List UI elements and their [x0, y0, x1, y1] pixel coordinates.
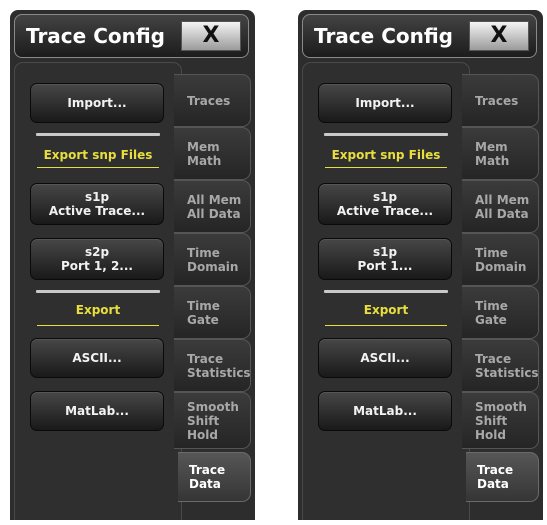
trace-config-panel-right: Trace Config X Import... Export snp File…	[298, 10, 543, 520]
label-line: Shift	[475, 413, 508, 428]
label-line: Math	[187, 153, 222, 168]
s1p-active-trace-button[interactable]: s1p Active Trace...	[318, 183, 452, 225]
title-bar: Trace Config X	[14, 14, 249, 58]
label-line: Shift	[187, 413, 220, 428]
label-line: Import...	[67, 96, 127, 110]
divider	[325, 325, 447, 326]
tab-mem-math[interactable]: Mem Math	[462, 127, 539, 180]
label-line: All Mem	[187, 192, 242, 207]
label-line: Traces	[475, 93, 519, 108]
trace-data-content: Import... Export snp Files s1p Active Tra…	[14, 62, 182, 520]
tab-smooth-shift-hold[interactable]: Smooth Shift Hold	[174, 392, 251, 449]
panel-title: Trace Config	[26, 24, 165, 48]
label-line: Data	[189, 477, 221, 491]
tab-trace-statistics[interactable]: Trace Statistics	[174, 339, 251, 392]
label-line: Data	[477, 477, 509, 491]
tab-trace-statistics[interactable]: Trace Statistics	[462, 339, 539, 392]
label-line: Time	[187, 245, 220, 260]
label-line: Gate	[475, 312, 507, 327]
snp-port-button[interactable]: s2p Port 1, 2...	[30, 238, 164, 280]
label-line: Trace	[475, 351, 512, 366]
close-button[interactable]: X	[469, 21, 529, 51]
label-line: Domain	[187, 259, 239, 274]
section-label-export: Export	[363, 303, 409, 317]
label-line: Math	[475, 153, 510, 168]
tab-smooth-shift-hold[interactable]: Smooth Shift Hold	[462, 392, 539, 449]
matlab-button[interactable]: MatLab...	[318, 391, 452, 431]
label-line: Mem	[475, 139, 508, 154]
close-icon: X	[202, 23, 220, 48]
section-label-export-snp: Export snp Files	[43, 148, 153, 162]
divider	[37, 325, 159, 326]
label-line: Statistics	[475, 365, 539, 380]
divider	[37, 167, 159, 168]
label-line: Mem	[187, 139, 220, 154]
label-line: Port 1, 2...	[61, 259, 133, 273]
label-line: All Mem	[475, 192, 530, 207]
divider	[324, 133, 448, 136]
label-line: MatLab...	[65, 404, 129, 418]
label-line: Port 1...	[357, 259, 413, 273]
label-line: Smooth	[187, 399, 239, 414]
s1p-active-trace-button[interactable]: s1p Active Trace...	[30, 183, 164, 225]
label-line: Trace	[187, 351, 224, 366]
divider	[324, 290, 448, 293]
trace-config-panel-left: Trace Config X Import... Export snp File…	[10, 10, 255, 520]
label-line: Hold	[475, 427, 506, 442]
import-button[interactable]: Import...	[318, 83, 452, 123]
tab-all-mem-all-data[interactable]: All Mem All Data	[462, 180, 539, 233]
label-line: Statistics	[187, 365, 251, 380]
tab-time-gate[interactable]: Time Gate	[462, 286, 539, 339]
label-line: Import...	[355, 96, 415, 110]
panel-title: Trace Config	[314, 24, 453, 48]
label-line: All Data	[187, 206, 241, 221]
label-line: All Data	[475, 206, 529, 221]
snp-port-button[interactable]: s1p Port 1...	[318, 238, 452, 280]
close-button[interactable]: X	[181, 21, 241, 51]
label-line: MatLab...	[353, 404, 417, 418]
tab-mem-math[interactable]: Mem Math	[174, 127, 251, 180]
label-line: Gate	[187, 312, 219, 327]
label-line: s1p	[372, 245, 398, 259]
ascii-button[interactable]: ASCII...	[30, 338, 164, 378]
tab-time-gate[interactable]: Time Gate	[174, 286, 251, 339]
label-line: Time	[475, 245, 508, 260]
trace-data-content: Import... Export snp Files s1p Active Tra…	[302, 62, 470, 520]
label-line: Trace	[477, 463, 514, 477]
label-line: Smooth	[475, 399, 527, 414]
label-line: Hold	[187, 427, 218, 442]
label-line: Time	[475, 298, 508, 313]
import-button[interactable]: Import...	[30, 83, 164, 123]
divider	[36, 133, 160, 136]
tab-all-mem-all-data[interactable]: All Mem All Data	[174, 180, 251, 233]
label-line: s1p	[372, 190, 398, 204]
label-line: Active Trace...	[336, 204, 434, 218]
label-line: Domain	[475, 259, 527, 274]
tab-time-domain[interactable]: Time Domain	[462, 233, 539, 286]
section-label-export: Export	[75, 303, 121, 317]
label-line: s2p	[84, 245, 110, 259]
close-icon: X	[490, 23, 508, 48]
label-line: Active Trace...	[48, 204, 146, 218]
matlab-button[interactable]: MatLab...	[30, 391, 164, 431]
label-line: Time	[187, 298, 220, 313]
tab-trace-data[interactable]: Trace Data	[178, 452, 251, 502]
tab-traces[interactable]: Traces	[174, 74, 251, 127]
label-line: s1p	[84, 190, 110, 204]
label-line: ASCII...	[72, 351, 122, 365]
divider	[325, 167, 447, 168]
tab-traces[interactable]: Traces	[462, 74, 539, 127]
tab-trace-data[interactable]: Trace Data	[466, 452, 539, 502]
section-label-export-snp: Export snp Files	[331, 148, 441, 162]
label-line: Traces	[187, 93, 231, 108]
ascii-button[interactable]: ASCII...	[318, 338, 452, 378]
title-bar: Trace Config X	[302, 14, 537, 58]
divider	[36, 290, 160, 293]
label-line: Trace	[189, 463, 226, 477]
label-line: ASCII...	[360, 351, 410, 365]
tab-time-domain[interactable]: Time Domain	[174, 233, 251, 286]
